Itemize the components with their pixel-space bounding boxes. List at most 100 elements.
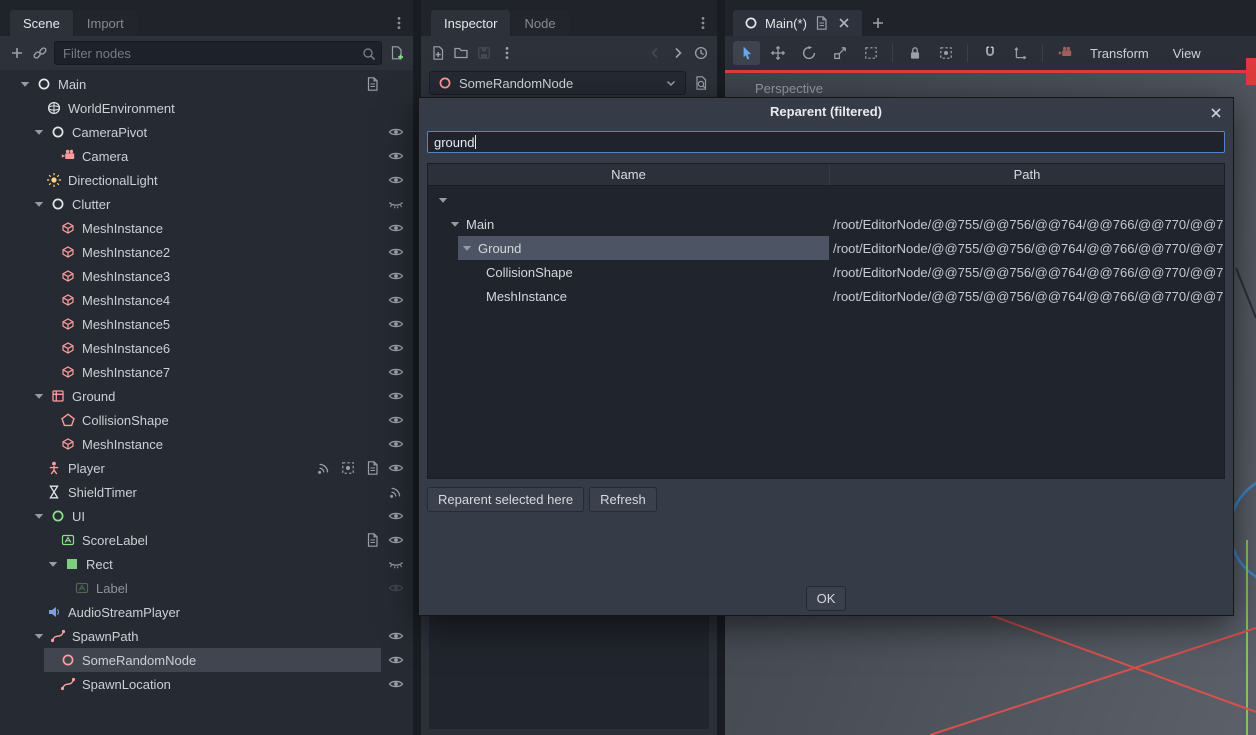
resource-menu-icon[interactable] — [498, 45, 515, 62]
dialog-filter-input[interactable]: ground — [427, 131, 1225, 153]
history-forward-icon[interactable] — [669, 45, 686, 62]
eye-icon[interactable] — [387, 124, 404, 141]
attach-script-icon[interactable] — [388, 45, 405, 62]
close-icon[interactable] — [836, 15, 853, 32]
scene-tree-row[interactable]: ScoreLabel — [0, 528, 413, 552]
eye-icon[interactable] — [387, 508, 404, 525]
scene-tab-scene[interactable]: Scene — [10, 10, 73, 36]
group-icon[interactable] — [339, 460, 356, 477]
transform-menu[interactable]: Transform — [1082, 46, 1157, 61]
open-docs-icon[interactable] — [692, 75, 709, 92]
scale-tool[interactable] — [826, 41, 853, 65]
perspective-menu[interactable]: Perspective — [755, 81, 823, 96]
eye-icon[interactable] — [387, 172, 404, 189]
scene-tree-row[interactable]: AudioStreamPlayer — [0, 600, 413, 624]
eye-icon[interactable] — [387, 676, 404, 693]
scene-tree-row[interactable]: MeshInstance7 — [0, 360, 413, 384]
scene-tree-row[interactable]: ShieldTimer — [0, 480, 413, 504]
expander-icon[interactable] — [434, 192, 451, 209]
history-back-icon[interactable] — [646, 45, 663, 62]
reparent-selected-button[interactable]: Reparent selected here — [427, 487, 584, 512]
eye-closed-icon[interactable] — [387, 196, 404, 213]
reparent-tree-row[interactable]: MeshInstance/root/EditorNode/@@755/@@756… — [428, 284, 1224, 308]
eye-icon[interactable] — [387, 292, 404, 309]
scene-tree-row[interactable]: CameraPivot — [0, 120, 413, 144]
instance-scene-icon[interactable] — [31, 45, 48, 62]
eye-icon[interactable] — [387, 532, 404, 549]
eye-icon[interactable] — [387, 388, 404, 405]
eye-icon[interactable] — [387, 436, 404, 453]
expander-icon[interactable] — [30, 124, 47, 141]
eye-icon[interactable] — [387, 628, 404, 645]
script-icon[interactable] — [363, 76, 380, 93]
eye-icon[interactable] — [387, 340, 404, 357]
close-icon[interactable] — [1207, 104, 1224, 121]
add-node-icon[interactable] — [8, 45, 25, 62]
eye-closed-icon[interactable] — [387, 556, 404, 573]
reparent-tree-row[interactable]: Ground/root/EditorNode/@@755/@@756/@@764… — [428, 236, 1224, 260]
inspector-tab-inspector[interactable]: Inspector — [431, 10, 510, 36]
group-selected[interactable] — [932, 41, 959, 65]
scene-tab-import[interactable]: Import — [74, 10, 137, 36]
scene-tree-row[interactable]: MeshInstance4 — [0, 288, 413, 312]
reparent-tree[interactable]: Main/root/EditorNode/@@755/@@756/@@764/@… — [428, 186, 1224, 478]
scene-tree-row[interactable]: WorldEnvironment — [0, 96, 413, 120]
scene-tree-row[interactable]: CollisionShape — [0, 408, 413, 432]
scene-tree-row[interactable]: MeshInstance — [0, 216, 413, 240]
scene-tree-row[interactable]: MeshInstance3 — [0, 264, 413, 288]
scene-tree-row[interactable]: Ground — [0, 384, 413, 408]
add-scene-tab-button[interactable] — [865, 10, 892, 36]
ok-button[interactable]: OK — [806, 586, 847, 611]
scene-tree-row[interactable]: DirectionalLight — [0, 168, 413, 192]
scene-tree-row[interactable]: MeshInstance5 — [0, 312, 413, 336]
new-resource-icon[interactable] — [429, 45, 446, 62]
scene-tree[interactable]: MainWorldEnvironmentCameraPivotCameraDir… — [0, 70, 413, 735]
eye-icon[interactable] — [387, 580, 404, 597]
load-resource-icon[interactable] — [452, 45, 469, 62]
view-menu[interactable]: View — [1165, 46, 1209, 61]
list-select-tool[interactable] — [857, 41, 884, 65]
scene-tab-main[interactable]: Main(*) — [733, 10, 862, 36]
save-resource-icon[interactable] — [475, 45, 492, 62]
scene-tree-row[interactable]: MeshInstance2 — [0, 240, 413, 264]
eye-icon[interactable] — [387, 244, 404, 261]
scene-tree-row[interactable]: Main — [0, 72, 413, 96]
scene-tree-row[interactable]: MeshInstance6 — [0, 336, 413, 360]
script-icon[interactable] — [363, 532, 380, 549]
scene-tree-row[interactable]: Label — [0, 576, 413, 600]
expander-icon[interactable] — [458, 240, 475, 257]
filter-nodes-input[interactable] — [54, 41, 382, 65]
scene-tree-row[interactable]: SpawnPath — [0, 624, 413, 648]
local-coords-toggle[interactable] — [1007, 41, 1034, 65]
eye-icon[interactable] — [387, 364, 404, 381]
camera-preview[interactable] — [1051, 41, 1078, 65]
object-selector[interactable]: SomeRandomNode — [429, 71, 686, 95]
scene-tree-row[interactable]: Clutter — [0, 192, 413, 216]
scene-tree-row[interactable]: Player — [0, 456, 413, 480]
reparent-tree-row[interactable] — [428, 188, 1224, 212]
move-tool[interactable] — [764, 41, 791, 65]
expander-icon[interactable] — [16, 76, 33, 93]
eye-icon[interactable] — [387, 316, 404, 333]
signal-icon[interactable] — [315, 460, 332, 477]
eye-icon[interactable] — [387, 460, 404, 477]
eye-icon[interactable] — [387, 412, 404, 429]
rotate-tool[interactable] — [795, 41, 822, 65]
expander-icon[interactable] — [30, 628, 47, 645]
eye-icon[interactable] — [387, 220, 404, 237]
select-tool[interactable] — [733, 41, 760, 65]
expander-icon[interactable] — [30, 388, 47, 405]
eye-icon[interactable] — [387, 652, 404, 669]
reparent-tree-row[interactable]: Main/root/EditorNode/@@755/@@756/@@764/@… — [428, 212, 1224, 236]
scene-tree-row[interactable]: UI — [0, 504, 413, 528]
eye-icon[interactable] — [387, 268, 404, 285]
script-icon[interactable] — [363, 460, 380, 477]
reparent-tree-row[interactable]: CollisionShape/root/EditorNode/@@755/@@7… — [428, 260, 1224, 284]
snap-toggle[interactable] — [976, 41, 1003, 65]
expander-icon[interactable] — [30, 196, 47, 213]
scene-tree-row[interactable]: Rect — [0, 552, 413, 576]
expander-icon[interactable] — [44, 556, 61, 573]
expander-icon[interactable] — [446, 216, 463, 233]
scene-tree-row[interactable]: SomeRandomNode — [0, 648, 413, 672]
scene-dock-menu-icon[interactable] — [390, 14, 407, 31]
